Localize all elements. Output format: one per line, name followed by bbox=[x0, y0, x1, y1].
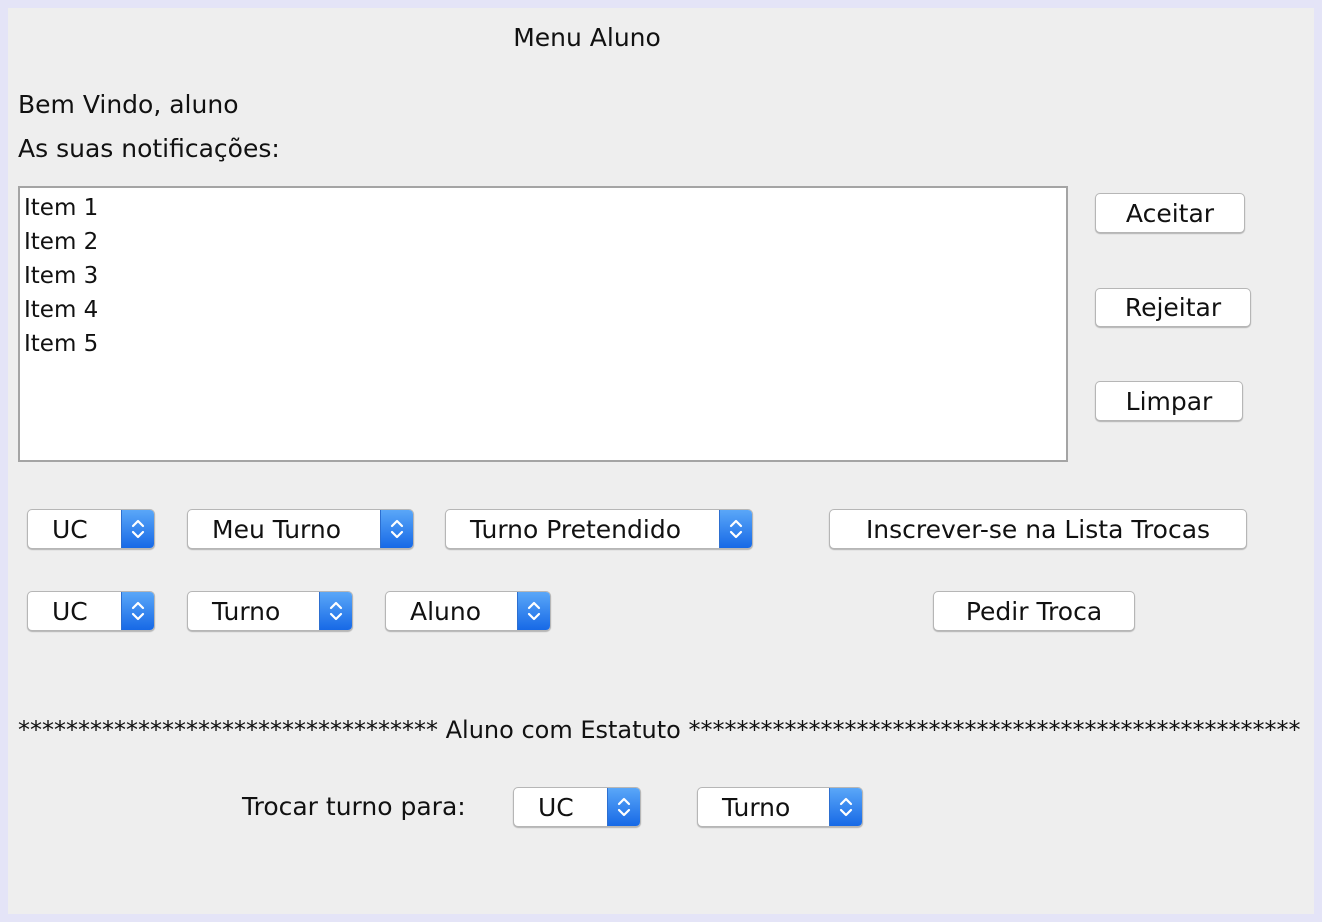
updown-chevron-icon bbox=[829, 788, 862, 826]
student-select-value: Aluno bbox=[410, 596, 482, 626]
uc-select-value: UC bbox=[52, 514, 88, 544]
shift-select-status[interactable]: Turno bbox=[697, 787, 863, 827]
notification-item[interactable]: Item 3 bbox=[20, 259, 1066, 293]
status-divider: *********************************** Alun… bbox=[18, 716, 1301, 744]
uc-select-request[interactable]: UC bbox=[27, 591, 155, 631]
student-select[interactable]: Aluno bbox=[385, 591, 551, 631]
shift-select-value: Turno bbox=[722, 792, 791, 822]
my-shift-select[interactable]: Meu Turno bbox=[187, 509, 414, 549]
notification-item[interactable]: Item 5 bbox=[20, 327, 1066, 361]
updown-chevron-icon bbox=[719, 510, 752, 548]
accept-button[interactable]: Aceitar bbox=[1095, 193, 1245, 233]
clear-button[interactable]: Limpar bbox=[1095, 381, 1243, 421]
shift-select-value: Turno bbox=[212, 596, 281, 626]
notifications-label: As suas notificações: bbox=[18, 134, 280, 163]
updown-chevron-icon bbox=[607, 788, 640, 826]
main-window: Menu Aluno Bem Vindo, aluno As suas noti… bbox=[8, 8, 1314, 914]
uc-select-value: UC bbox=[52, 596, 88, 626]
updown-chevron-icon bbox=[121, 510, 154, 548]
request-exchange-button[interactable]: Pedir Troca bbox=[933, 591, 1135, 631]
welcome-label: Bem Vindo, aluno bbox=[18, 90, 239, 119]
notifications-list[interactable]: Item 1 Item 2 Item 3 Item 4 Item 5 bbox=[18, 186, 1068, 462]
my-shift-select-value: Meu Turno bbox=[212, 514, 342, 544]
change-shift-label: Trocar turno para: bbox=[242, 792, 466, 821]
updown-chevron-icon bbox=[121, 592, 154, 630]
wanted-shift-select-value: Turno Pretendido bbox=[470, 514, 681, 544]
subscribe-exchange-list-button[interactable]: Inscrever-se na Lista Trocas bbox=[829, 509, 1247, 549]
wanted-shift-select[interactable]: Turno Pretendido bbox=[445, 509, 753, 549]
notification-item[interactable]: Item 4 bbox=[20, 293, 1066, 327]
shift-select-request[interactable]: Turno bbox=[187, 591, 353, 631]
updown-chevron-icon bbox=[380, 510, 413, 548]
updown-chevron-icon bbox=[517, 592, 550, 630]
uc-select-subscribe[interactable]: UC bbox=[27, 509, 155, 549]
updown-chevron-icon bbox=[319, 592, 352, 630]
uc-select-status[interactable]: UC bbox=[513, 787, 641, 827]
uc-select-value: UC bbox=[538, 792, 574, 822]
window-title: Menu Aluno bbox=[513, 23, 661, 52]
reject-button[interactable]: Rejeitar bbox=[1095, 288, 1251, 327]
notification-item[interactable]: Item 2 bbox=[20, 225, 1066, 259]
notification-item[interactable]: Item 1 bbox=[20, 191, 1066, 225]
